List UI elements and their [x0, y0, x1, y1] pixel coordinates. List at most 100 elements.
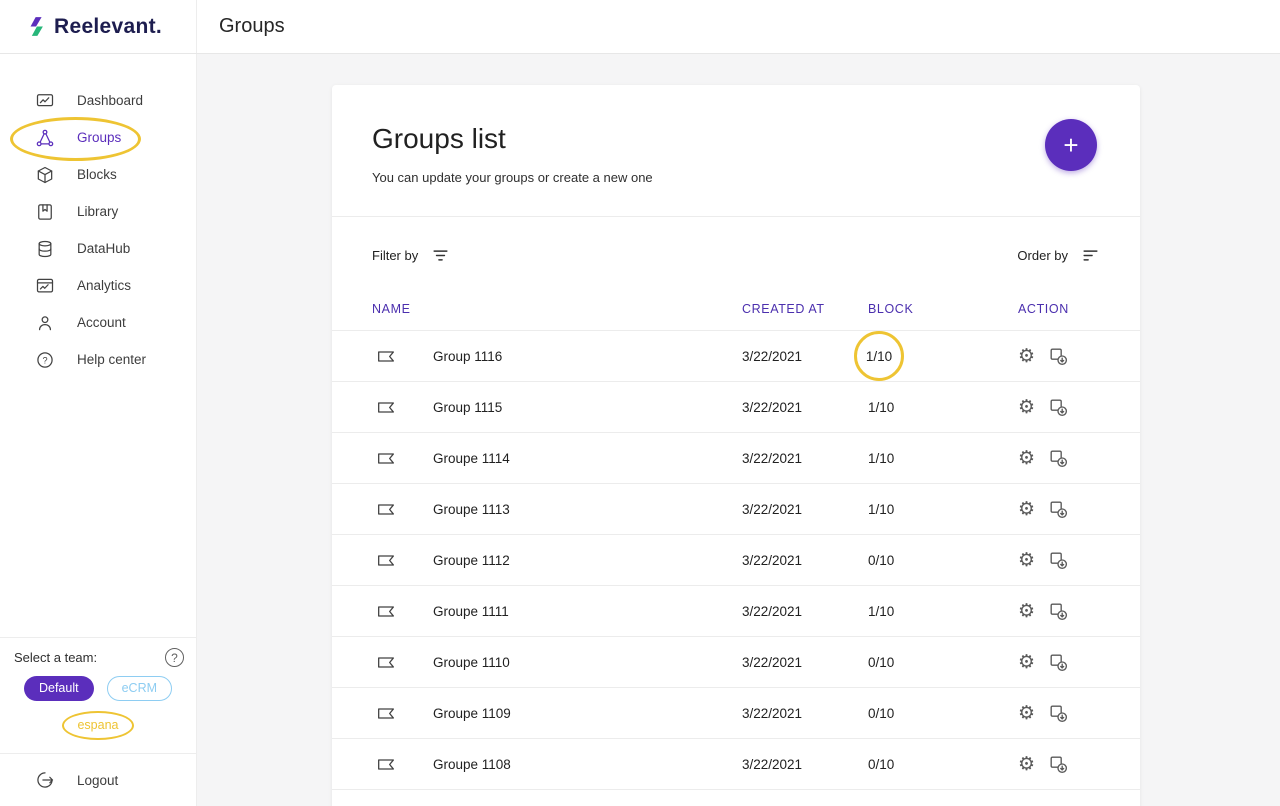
sidebar-item-datahub[interactable]: DataHub — [0, 230, 196, 267]
group-actions: ⚙ — [1018, 550, 1100, 570]
settings-gear-icon[interactable]: ⚙ — [1018, 601, 1035, 621]
settings-gear-icon[interactable]: ⚙ — [1018, 703, 1035, 723]
export-download-icon[interactable] — [1048, 754, 1068, 774]
sidebar-item-groups[interactable]: Groups — [0, 119, 196, 156]
library-icon — [35, 202, 55, 222]
group-actions: ⚙ — [1018, 652, 1100, 672]
group-block-count: 0/10 — [868, 655, 894, 670]
sidebar-item-blocks[interactable]: Blocks — [0, 156, 196, 193]
add-group-button[interactable]: + — [1045, 119, 1097, 171]
team-button-default[interactable]: Default — [24, 676, 94, 701]
filter-row: Filter by Order by — [332, 217, 1140, 287]
team-button-ecrm[interactable]: eCRM — [107, 676, 172, 701]
sidebar-item-label: Library — [77, 204, 118, 219]
group-name: Groupe 1110 — [433, 655, 742, 670]
column-header-name[interactable]: NAME — [372, 302, 742, 316]
group-actions: ⚙ — [1018, 448, 1100, 468]
settings-gear-icon[interactable]: ⚙ — [1018, 397, 1035, 417]
main-area: Groups list You can update your groups o… — [197, 54, 1280, 806]
team-selector-label: Select a team: — [14, 650, 182, 665]
table-row: Groupe 1109 3/22/2021 0/10 ⚙ — [332, 688, 1140, 739]
group-flag-cell — [372, 758, 433, 771]
dashboard-icon — [35, 91, 55, 111]
settings-gear-icon[interactable]: ⚙ — [1018, 346, 1035, 366]
groups-icon — [35, 128, 55, 148]
export-download-icon[interactable] — [1048, 499, 1068, 519]
card-subtitle: You can update your groups or create a n… — [372, 170, 1100, 185]
groups-table-body: Group 1116 3/22/2021 1/10 ⚙ Group 1115 3… — [332, 331, 1140, 790]
group-name: Groupe 1108 — [433, 757, 742, 772]
table-row: Groupe 1110 3/22/2021 0/10 ⚙ — [332, 637, 1140, 688]
group-created-at: 3/22/2021 — [742, 400, 868, 415]
group-block-count: 1/10 — [868, 451, 894, 466]
flag-icon — [377, 605, 395, 618]
export-download-icon[interactable] — [1048, 550, 1068, 570]
sidebar-item-library[interactable]: Library — [0, 193, 196, 230]
team-button-espana[interactable]: espana — [62, 711, 133, 740]
table-row: Groupe 1114 3/22/2021 1/10 ⚙ — [332, 433, 1140, 484]
export-download-icon[interactable] — [1048, 397, 1068, 417]
column-header-action[interactable]: ACTION — [1018, 302, 1100, 316]
settings-gear-icon[interactable]: ⚙ — [1018, 499, 1035, 519]
logout-icon — [35, 770, 55, 790]
group-name: Groupe 1114 — [433, 451, 742, 466]
group-name: Group 1115 — [433, 400, 742, 415]
group-flag-cell — [372, 350, 433, 363]
group-flag-cell — [372, 656, 433, 669]
card-header: Groups list You can update your groups o… — [332, 85, 1140, 217]
help-icon: ? — [35, 350, 55, 370]
settings-gear-icon[interactable]: ⚙ — [1018, 448, 1035, 468]
group-block-cell: 1/10 — [868, 331, 1018, 381]
settings-gear-icon[interactable]: ⚙ — [1018, 550, 1035, 570]
flag-icon — [377, 401, 395, 414]
flag-icon — [377, 503, 395, 516]
sidebar-item-label: Analytics — [77, 278, 131, 293]
datahub-icon — [35, 239, 55, 259]
logout-button[interactable]: Logout — [0, 753, 196, 806]
column-header-block[interactable]: BLOCK — [868, 302, 1018, 316]
filter-by-button[interactable]: Filter by — [372, 246, 450, 265]
group-name: Group 1116 — [433, 349, 742, 364]
group-block-cell: 0/10 — [868, 757, 1018, 772]
flag-icon — [377, 758, 395, 771]
sidebar-nav: Dashboard Groups Blo — [0, 54, 196, 378]
group-block-cell: 1/10 — [868, 451, 1018, 466]
team-help-icon[interactable]: ? — [165, 648, 184, 667]
group-block-cell: 1/10 — [868, 400, 1018, 415]
order-by-button[interactable]: Order by — [1017, 246, 1100, 265]
group-name: Groupe 1109 — [433, 706, 742, 721]
group-created-at: 3/22/2021 — [742, 451, 868, 466]
sidebar-item-label: Blocks — [77, 167, 117, 182]
flag-icon — [377, 452, 395, 465]
group-created-at: 3/22/2021 — [742, 757, 868, 772]
group-flag-cell — [372, 707, 433, 720]
column-header-created-at[interactable]: CREATED AT — [742, 302, 868, 316]
export-download-icon[interactable] — [1048, 448, 1068, 468]
analytics-icon — [35, 276, 55, 296]
settings-gear-icon[interactable]: ⚙ — [1018, 754, 1035, 774]
group-block-count: 1/10 — [868, 400, 894, 415]
sidebar-item-analytics[interactable]: Analytics — [0, 267, 196, 304]
group-block-cell: 1/10 — [868, 604, 1018, 619]
export-download-icon[interactable] — [1048, 601, 1068, 621]
sidebar-item-account[interactable]: Account — [0, 304, 196, 341]
group-actions: ⚙ — [1018, 754, 1100, 774]
sidebar-item-dashboard[interactable]: Dashboard — [0, 82, 196, 119]
sidebar-item-help-center[interactable]: ? Help center — [0, 341, 196, 378]
group-actions: ⚙ — [1018, 397, 1100, 417]
group-actions: ⚙ — [1018, 346, 1100, 366]
flag-icon — [377, 554, 395, 567]
group-flag-cell — [372, 605, 433, 618]
settings-gear-icon[interactable]: ⚙ — [1018, 652, 1035, 672]
table-row: Group 1115 3/22/2021 1/10 ⚙ — [332, 382, 1140, 433]
logout-label: Logout — [77, 773, 118, 788]
group-flag-cell — [372, 503, 433, 516]
export-download-icon[interactable] — [1048, 652, 1068, 672]
export-download-icon[interactable] — [1048, 703, 1068, 723]
export-download-icon[interactable] — [1048, 346, 1068, 366]
group-created-at: 3/22/2021 — [742, 349, 868, 364]
group-block-cell: 1/10 — [868, 502, 1018, 517]
group-flag-cell — [372, 452, 433, 465]
group-block-count: 1/10 — [854, 331, 904, 381]
group-name: Groupe 1111 — [433, 604, 742, 619]
